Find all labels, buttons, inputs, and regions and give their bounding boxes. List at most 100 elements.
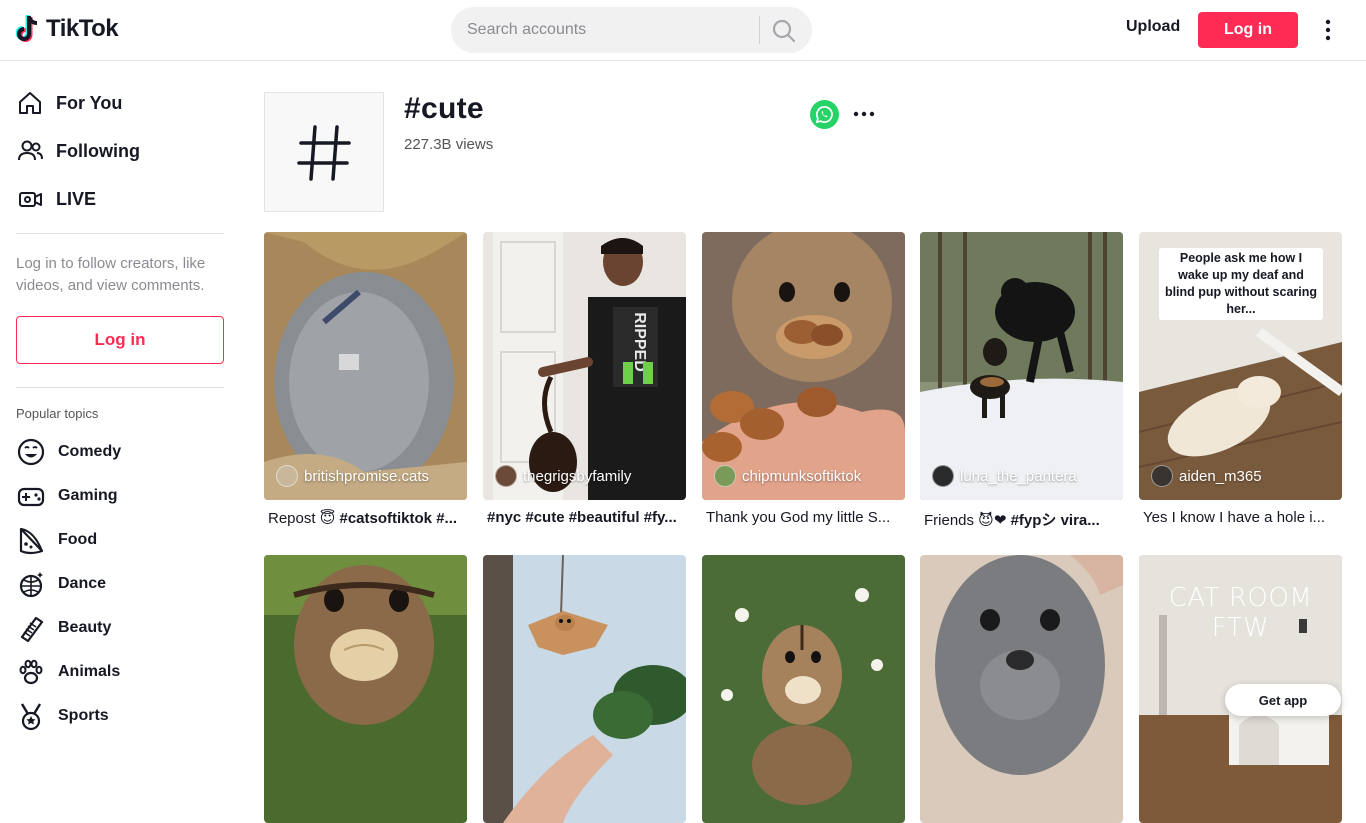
topic-food[interactable]: Food <box>16 524 97 556</box>
tiktok-note-icon <box>16 15 38 42</box>
smile-icon <box>17 438 45 466</box>
caption-text: Repost 😇 <box>268 510 340 527</box>
topic-comedy[interactable]: Comedy <box>16 436 121 468</box>
video-caption[interactable]: Repost 😇 #catsoftiktok #... <box>268 509 466 527</box>
avatar <box>276 465 298 487</box>
avatar <box>714 465 736 487</box>
hashtag-avatar <box>264 92 384 212</box>
topic-label: Sports <box>58 707 109 724</box>
login-prompt-text: Log in to follow creators, like videos, … <box>16 255 206 294</box>
sidebar-item-following[interactable]: Following <box>16 135 140 167</box>
dogs-snow-thumbnail <box>920 232 1123 500</box>
live-icon <box>19 192 42 207</box>
video-caption[interactable]: #nyc #cute #beautiful #fy... <box>487 509 685 526</box>
man-baby-thumbnail: RIPPED <box>483 232 686 500</box>
topic-sports[interactable]: Sports <box>16 700 109 732</box>
caption-text: Thank you God my little S... <box>706 509 891 526</box>
hashtag-views: 227.3B views <box>404 136 494 153</box>
video-thumbnail[interactable] <box>264 232 467 500</box>
video-thumbnail[interactable]: People ask me how I wake up my deaf and … <box>1139 232 1342 500</box>
topic-label: Animals <box>58 663 121 680</box>
caption-text: Yes I know I have a hole i... <box>1143 509 1326 526</box>
sidebar-item-label: Following <box>56 140 140 161</box>
get-app-button[interactable]: Get app <box>1225 684 1341 716</box>
video-caption[interactable]: Friends 😈❤ #fypシ vira... <box>924 509 1122 530</box>
avatar <box>1151 465 1173 487</box>
video-author[interactable]: thegrigsbyfamily <box>495 465 631 487</box>
video-thumbnail[interactable] <box>483 555 686 823</box>
author-name: aiden_m365 <box>1179 467 1262 485</box>
sidebar-item-live[interactable]: LIVE <box>16 183 96 215</box>
caption-hashtags[interactable]: #nyc #cute #beautiful #fy... <box>487 509 677 526</box>
whatsapp-icon <box>815 106 833 124</box>
topic-gaming[interactable]: Gaming <box>16 480 118 512</box>
video-thumbnail[interactable] <box>264 555 467 823</box>
sidebar-divider <box>16 387 224 388</box>
paw-icon <box>19 659 43 685</box>
sidebar-item-label: LIVE <box>56 188 97 209</box>
video-overlay-text: People ask me how I wake up my deaf and … <box>1159 248 1323 320</box>
topic-animals[interactable]: Animals <box>16 656 120 688</box>
sidebar-login-button[interactable]: Log in <box>16 316 224 364</box>
medal-icon <box>20 703 42 731</box>
author-name: chipmunksoftiktok <box>742 467 862 485</box>
topic-label: Food <box>58 531 98 548</box>
avatar <box>495 465 517 487</box>
video-author[interactable]: britishpromise.cats <box>276 465 429 487</box>
topic-label: Dance <box>58 575 107 592</box>
video-thumbnail[interactable] <box>920 232 1123 500</box>
login-button[interactable]: Log in <box>1198 12 1298 48</box>
video-thumbnail[interactable] <box>702 555 905 823</box>
search-icon[interactable] <box>771 18 797 44</box>
people-icon <box>18 140 43 161</box>
author-name: luna_the_pantera <box>960 467 1077 485</box>
sidebar-item-label: For You <box>56 92 123 113</box>
search-divider <box>759 16 760 44</box>
top-header: TikTok Upload Log in <box>0 0 1366 61</box>
video-thumbnail[interactable] <box>702 232 905 500</box>
popular-topics-title: Popular topics <box>16 406 99 421</box>
tiktok-logo[interactable]: TikTok <box>16 14 119 44</box>
squirrel-peanut-thumbnail <box>264 555 467 823</box>
search-bar <box>451 7 812 53</box>
pizza-icon <box>19 527 44 555</box>
video-author[interactable]: luna_the_pantera <box>932 465 1077 487</box>
caption-hashtags[interactable]: #catsoftiktok #... <box>340 510 458 527</box>
gamepad-icon <box>17 487 45 507</box>
disco-ball-icon <box>19 572 43 598</box>
video-author[interactable]: chipmunksoftiktok <box>714 465 861 487</box>
comb-icon <box>20 616 44 643</box>
logo-wordmark: TikTok <box>46 15 119 42</box>
topic-dance[interactable]: Dance <box>16 568 106 600</box>
gray-puppy-thumbnail <box>920 555 1123 823</box>
cat-box-thumbnail <box>264 232 467 500</box>
author-name: thegrigsbyfamily <box>523 467 632 485</box>
flying-squirrel-thumbnail <box>483 555 686 823</box>
hashtag-title: #cute <box>404 92 484 125</box>
upload-button[interactable]: Upload <box>1126 18 1180 36</box>
sidebar-divider <box>16 233 224 234</box>
whatsapp-share-button[interactable] <box>810 100 839 129</box>
topic-label: Beauty <box>58 619 112 636</box>
author-name: britishpromise.cats <box>304 467 430 485</box>
more-options-icon[interactable] <box>1318 18 1338 42</box>
video-caption[interactable]: Yes I know I have a hole i... <box>1143 509 1341 526</box>
video-caption[interactable]: Thank you God my little S... <box>706 509 904 526</box>
caption-text: Friends 😈❤ <box>924 512 1011 529</box>
avatar <box>932 465 954 487</box>
video-thumbnail[interactable] <box>920 555 1123 823</box>
topic-beauty[interactable]: Beauty <box>16 612 111 644</box>
video-overlay-text: CAT ROOM FTW <box>1168 583 1313 643</box>
more-share-icon[interactable] <box>852 104 876 124</box>
home-icon <box>19 92 41 114</box>
sidebar: For You Following LIVE Log in to follow … <box>0 61 240 731</box>
hashtag-icon <box>297 125 351 181</box>
caption-hashtags[interactable]: #fypシ vira... <box>1011 512 1100 529</box>
video-thumbnail[interactable]: RIPPED <box>483 232 686 500</box>
sidebar-item-for-you[interactable]: For You <box>16 87 122 119</box>
chipmunk-thumbnail <box>702 232 905 500</box>
topic-label: Gaming <box>58 487 118 504</box>
video-author[interactable]: aiden_m365 <box>1151 465 1262 487</box>
chipmunk-flowers-thumbnail <box>702 555 905 823</box>
search-input[interactable] <box>467 19 747 41</box>
